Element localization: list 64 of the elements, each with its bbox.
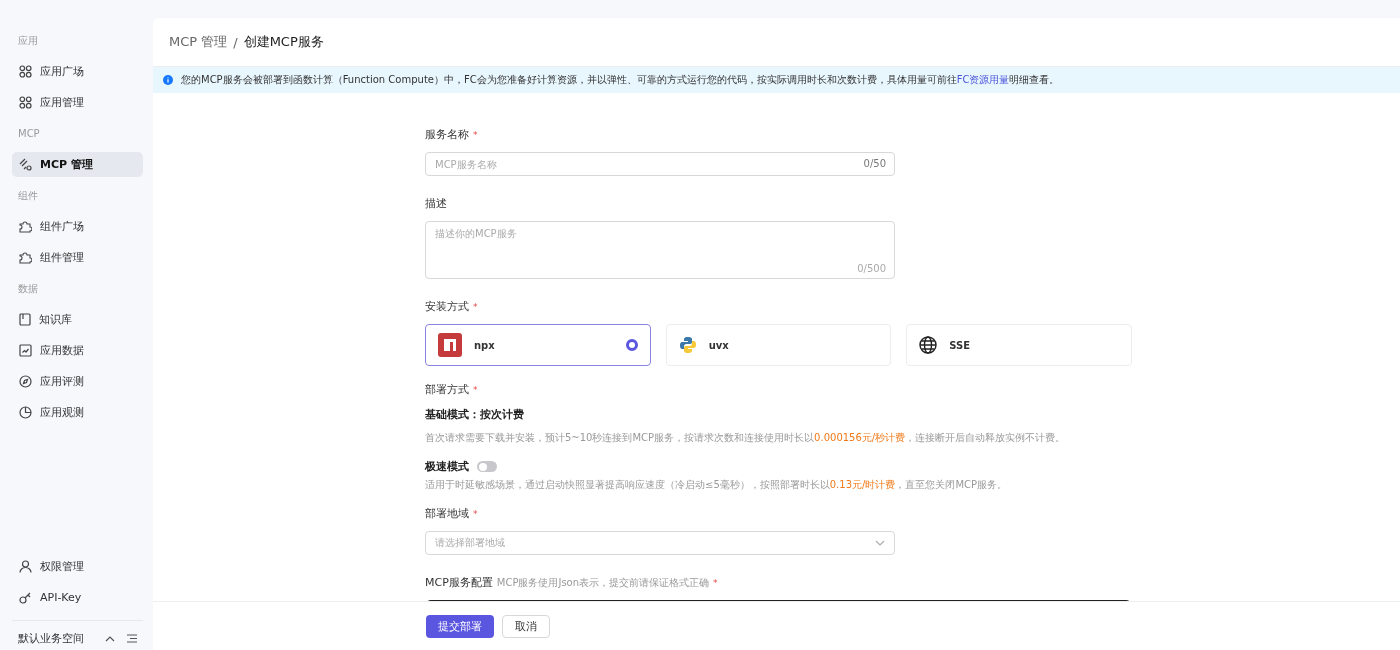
field-label: MCP服务配置 [425, 575, 493, 590]
chevron-up-icon[interactable] [105, 635, 115, 642]
compass-icon [19, 375, 32, 388]
required-mark: * [473, 509, 478, 519]
field-label: 部署方式 [425, 382, 469, 397]
python-logo-icon [678, 336, 697, 354]
field-label: 部署地域 [425, 506, 469, 521]
sidebar-item[interactable]: API-Key [12, 585, 143, 610]
breadcrumb-link[interactable]: MCP 管理 [169, 33, 228, 51]
sidebar-item[interactable]: 应用数据 [12, 338, 143, 363]
info-icon [163, 75, 173, 85]
user-icon [19, 560, 32, 573]
book-icon [19, 313, 31, 326]
mode-title: 极速模式 [425, 459, 469, 474]
section-heading: 应用 [17, 34, 39, 48]
section-heading: 数据 [17, 282, 39, 296]
sidebar-item[interactable]: 组件管理 [12, 245, 143, 270]
menu-icon[interactable] [127, 634, 137, 643]
mcp-icon [19, 158, 32, 171]
char-count: 0/500 [857, 263, 886, 274]
puzzle-icon [19, 220, 32, 233]
cancel-button[interactable]: 取消 [502, 614, 550, 638]
section-heading: 组件 [17, 189, 39, 203]
char-count: 0/50 [863, 158, 886, 169]
sidebar-item[interactable]: 应用广场 [12, 59, 143, 84]
line-chart-icon [19, 344, 32, 357]
breadcrumb-separator: / [233, 34, 238, 50]
field-label: 安装方式 [425, 299, 469, 314]
puzzle-icon [19, 251, 32, 264]
sidebar-item[interactable]: 应用观测 [12, 400, 143, 425]
submit-button[interactable]: 提交部署 [426, 614, 494, 638]
sidebar-item[interactable]: MCP 管理 [12, 152, 143, 177]
required-mark: * [713, 578, 718, 588]
radio-selected-icon [625, 339, 638, 351]
page-title: 创建MCP服务 [243, 33, 324, 51]
sidebar-item[interactable]: 知识库 [12, 307, 143, 332]
mode-title: 基础模式：按次计费 [425, 407, 525, 422]
install-option-card[interactable]: uvx [665, 324, 892, 366]
sidebar-item[interactable]: 权限管理 [12, 554, 143, 579]
workspace-name[interactable]: 默认业务空间 [18, 631, 93, 646]
install-option-card[interactable]: npx [425, 324, 651, 366]
toggle-switch[interactable] [477, 461, 497, 472]
notice-text: 您的MCP服务会被部署到函数计算（Function Compute）中，FC会为您准备好计算资源，并以弹性、可靠的方式运行您的代码，按实际调用时长和次数计费，具体用量可前往FC资源用量明细查看。 [181, 73, 1060, 87]
sidebar-item[interactable]: 组件广场 [12, 214, 143, 239]
mode-description: 首次请求需要下载并安装，预计5~10秒连接到MCP服务，按请求次数和连接使用时长以0.000156元/秒计费，连接断开后自动释放实例不计费。 [425, 431, 1067, 445]
sidebar-item[interactable]: 应用评测 [12, 369, 143, 394]
globe-icon [919, 336, 938, 354]
required-mark: * [473, 385, 478, 395]
npm-logo-icon [438, 333, 462, 357]
required-mark: * [473, 302, 478, 312]
grid-icon [19, 96, 32, 109]
field-hint: MCP服务使用Json表示，提交前请保证格式正确 [496, 576, 710, 590]
required-mark: * [473, 130, 478, 140]
chevron-down-icon [875, 540, 885, 546]
field-label: 描述 [425, 196, 447, 211]
section-heading: MCP [17, 127, 41, 141]
mode-description: 适用于时延敏感场景，通过启动快照显著提高响应速度（冷启动≤5毫秒），按照部署时长以0.13元/时计费，直至您关闭MCP服务。 [425, 478, 1009, 492]
install-option-card[interactable]: SSE [906, 324, 1132, 366]
pie-chart-icon [19, 406, 32, 419]
sidebar-item[interactable]: 应用管理 [12, 90, 143, 115]
grid-icon [19, 65, 32, 78]
key-icon [19, 591, 32, 604]
usage-link[interactable]: FC资源用量 [956, 74, 1010, 85]
field-label: 服务名称 [425, 127, 469, 142]
